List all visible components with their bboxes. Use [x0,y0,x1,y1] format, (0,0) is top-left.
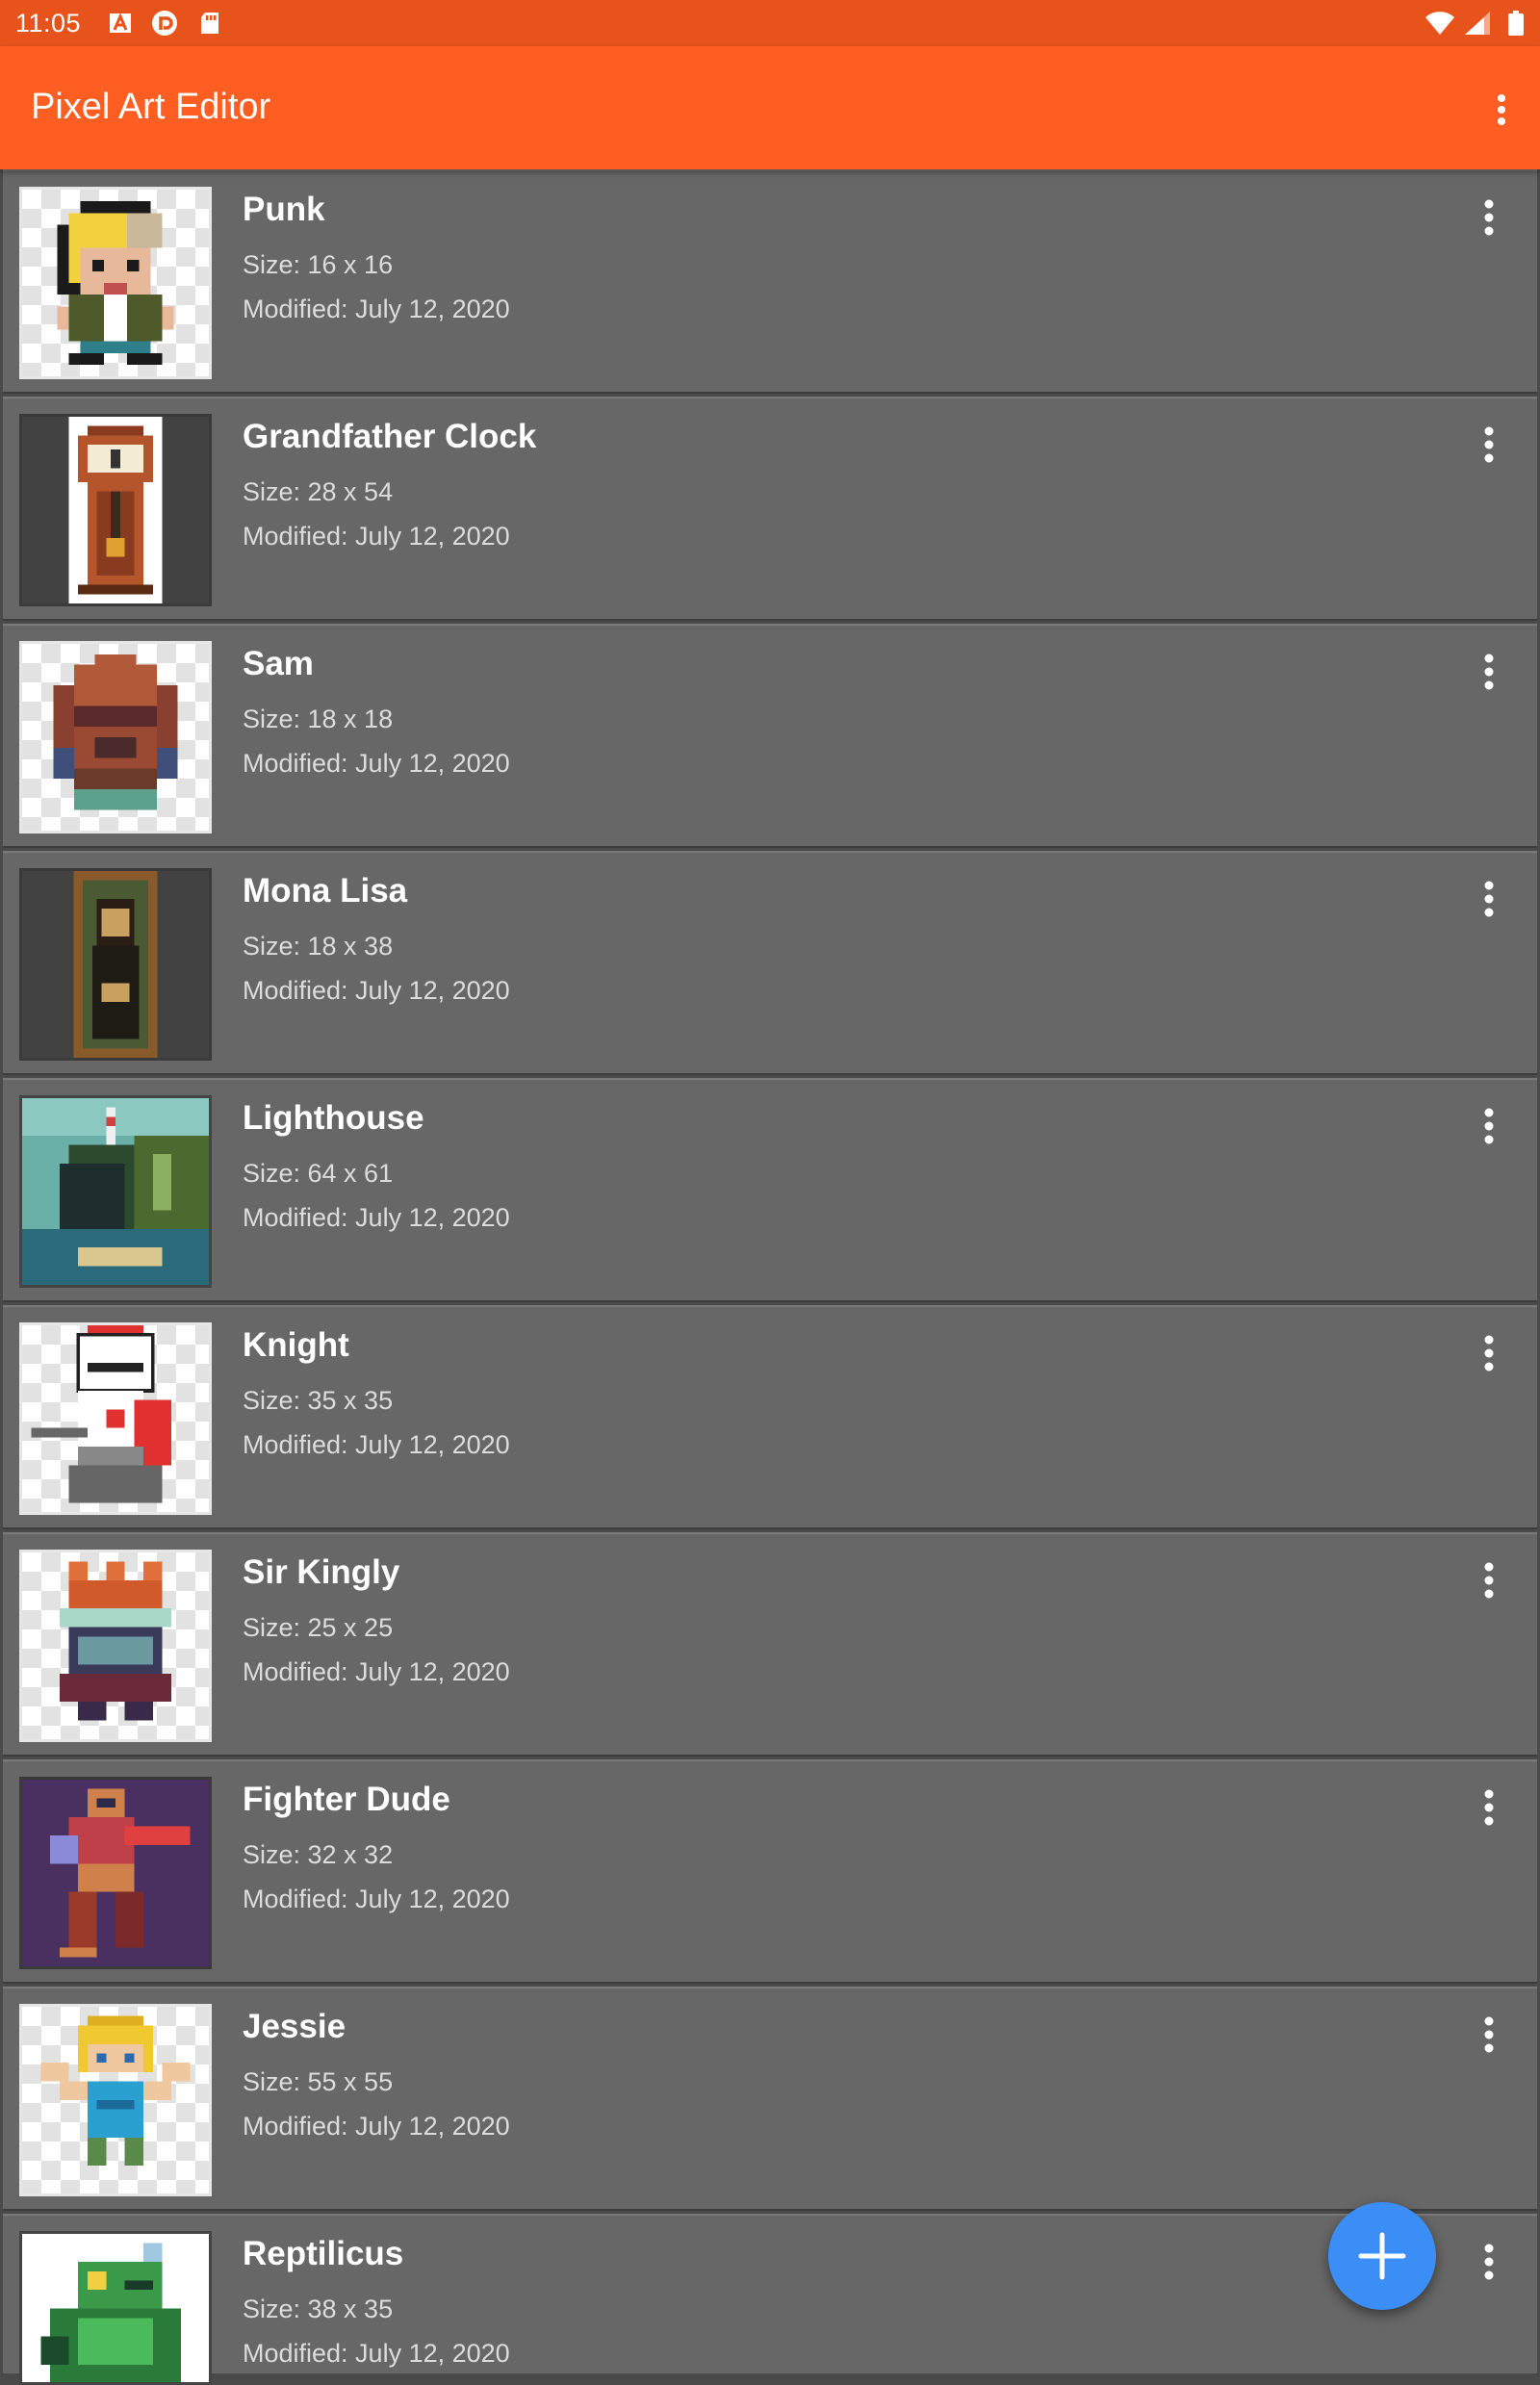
item-size: Size: 18 x 18 [243,705,394,733]
item-title: Grandfather Clock [243,418,537,455]
thumbnail-punk [19,187,212,379]
list-item-knight[interactable]: Knight Size: 35 x 35 Modified: July 12, … [3,1305,1537,1529]
signal-icon [1465,12,1490,35]
item-overflow-menu-icon[interactable] [1464,1328,1514,1378]
item-modified: Modified: July 12, 2020 [243,976,510,1005]
thumbnail-sam [19,641,212,833]
item-title: Knight [243,1326,349,1364]
item-modified: Modified: July 12, 2020 [243,1885,510,1913]
list-item-jessie[interactable]: Jessie Size: 55 x 55 Modified: July 12, … [3,1987,1537,2211]
plus-icon [1358,2232,1406,2280]
pocket-casts-icon [152,11,177,36]
item-title: Fighter Dude [243,1781,450,1818]
list-item-fighter-dude[interactable]: Fighter Dude Size: 32 x 32 Modified: Jul… [3,1759,1537,1984]
item-modified: Modified: July 12, 2020 [243,1203,510,1232]
item-overflow-menu-icon[interactable] [1464,874,1514,924]
list-item-punk[interactable]: Punk Size: 16 x 16 Modified: July 12, 20… [3,169,1537,394]
item-size: Size: 64 x 61 [243,1159,394,1188]
item-overflow-menu-icon[interactable] [1464,2010,1514,2060]
item-size: Size: 55 x 55 [243,2067,394,2096]
item-modified: Modified: July 12, 2020 [243,295,510,323]
app-bar: Pixel Art Editor [0,46,1540,169]
item-size: Size: 32 x 32 [243,1840,394,1869]
status-time: 11:05 [15,9,82,38]
item-overflow-menu-icon[interactable] [1464,1782,1514,1833]
list-item-sam[interactable]: Sam Size: 18 x 18 Modified: July 12, 202… [3,624,1537,848]
status-bar: 11:05 [0,0,1540,46]
item-size: Size: 35 x 35 [243,1386,394,1415]
thumbnail-mona-lisa [19,868,212,1061]
item-title: Sir Kingly [243,1553,400,1591]
overflow-menu-icon[interactable] [1476,85,1527,135]
thumbnail-reptilicus [19,2231,212,2385]
list-item-sir-kingly[interactable]: Sir Kingly Size: 25 x 25 Modified: July … [3,1532,1537,1757]
list-item-grandfather-clock[interactable]: Grandfather Clock Size: 28 x 54 Modified… [3,397,1537,621]
item-overflow-menu-icon[interactable] [1464,2237,1514,2287]
wifi-icon [1425,12,1454,36]
item-modified: Modified: July 12, 2020 [243,1430,510,1459]
item-title: Mona Lisa [243,872,408,910]
item-title: Jessie [243,2008,346,2045]
item-overflow-menu-icon[interactable] [1464,1555,1514,1605]
item-title: Lighthouse [243,1099,424,1137]
item-size: Size: 25 x 25 [243,1613,394,1642]
item-size: Size: 28 x 54 [243,477,394,506]
thumbnail-jessie [19,2004,212,2196]
item-size: Size: 18 x 38 [243,932,394,961]
item-overflow-menu-icon[interactable] [1464,420,1514,470]
item-modified: Modified: July 12, 2020 [243,749,510,778]
battery-icon [1508,11,1524,36]
item-overflow-menu-icon[interactable] [1464,192,1514,243]
item-modified: Modified: July 12, 2020 [243,522,510,551]
thumbnail-lighthouse [19,1095,212,1288]
sd-card-icon [201,13,218,34]
item-modified: Modified: July 12, 2020 [243,2112,510,2141]
thumbnail-grandfather-clock [19,414,212,606]
thumbnail-knight [19,1322,212,1515]
item-modified: Modified: July 12, 2020 [243,1657,510,1686]
list-item-reptilicus[interactable]: Reptilicus Size: 38 x 35 Modified: July … [3,2214,1537,2385]
add-artwork-button[interactable] [1328,2202,1436,2310]
item-modified: Modified: July 12, 2020 [243,2339,510,2368]
item-title: Punk [243,191,325,228]
item-title: Reptilicus [243,2235,404,2272]
item-overflow-menu-icon[interactable] [1464,1101,1514,1151]
thumbnail-fighter-dude [19,1777,212,1969]
item-overflow-menu-icon[interactable] [1464,647,1514,697]
a-icon [110,13,131,33]
item-size: Size: 16 x 16 [243,250,394,279]
list-item-mona-lisa[interactable]: Mona Lisa Size: 18 x 38 Modified: July 1… [3,851,1537,1075]
list-item-lighthouse[interactable]: Lighthouse Size: 64 x 61 Modified: July … [3,1078,1537,1302]
item-size: Size: 38 x 35 [243,2295,394,2323]
item-title: Sam [243,645,314,682]
app-title: Pixel Art Editor [31,87,271,127]
thumbnail-sir-kingly [19,1550,212,1742]
